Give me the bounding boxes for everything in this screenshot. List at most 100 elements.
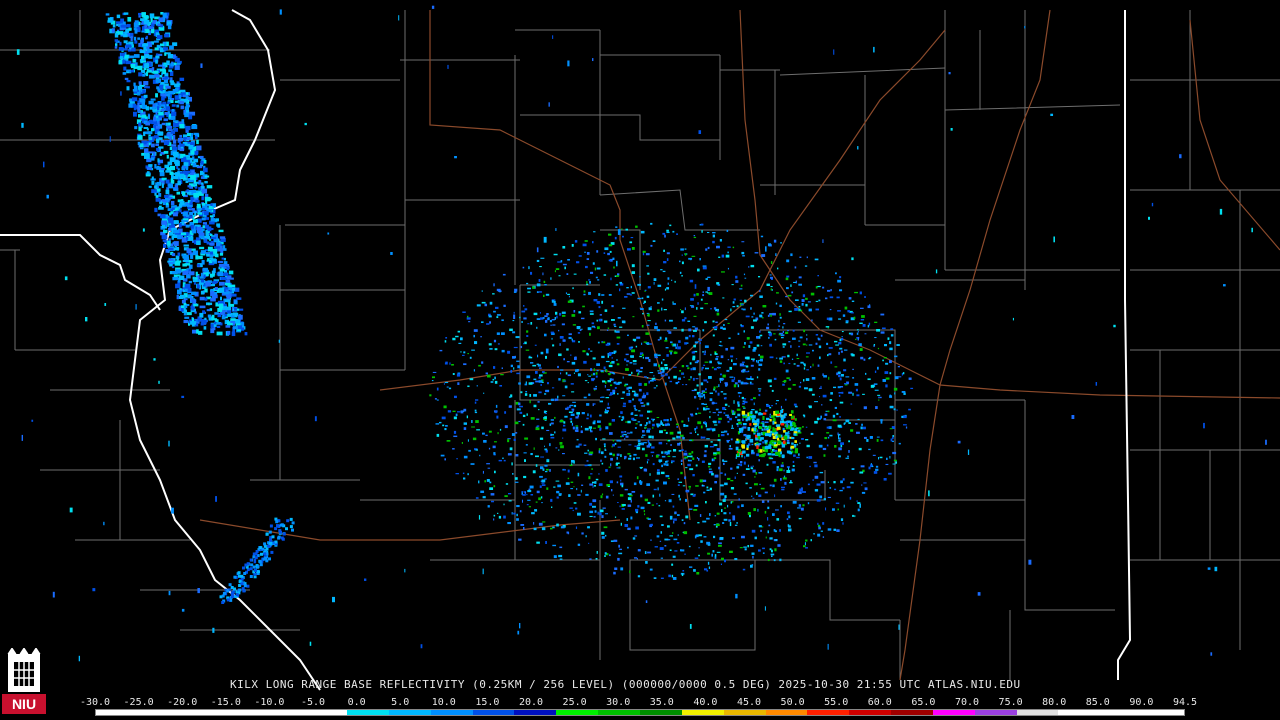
echo-pixel [570,404,574,407]
echo-pixel [587,526,590,529]
echo-pixel [889,341,892,345]
echo-pixel [162,69,167,75]
echo-pixel [768,434,772,437]
echo-pixel [177,234,181,240]
echo-pixel [640,402,644,404]
echo-pixel [267,544,270,548]
echo-pixel [190,254,194,259]
echo-pixel [771,549,773,553]
echo-pixel [217,314,222,318]
echo-pixel [838,455,841,458]
echo-pixel [717,284,721,286]
echo-pixel [780,464,784,468]
echo-pixel [596,250,599,253]
echo-pixel [478,480,480,484]
echo-pixel [523,452,527,454]
echo-pixel [158,64,163,67]
colorbar-swatch [305,710,348,715]
echo-pixel [439,421,442,424]
echo-pixel [621,508,625,510]
echo-pixel [689,432,693,434]
echo-pixel [627,248,631,251]
echo-pixel [161,183,164,188]
echo-pixel [222,245,226,249]
echo-pixel [576,261,580,264]
echo-pixel [568,336,572,340]
echo-pixel [709,416,711,419]
echo-pixel [532,470,536,474]
echo-pixel [130,36,133,42]
echo-pixel [269,538,272,542]
echo-pixel [552,526,555,529]
echo-pixel [235,593,239,597]
echo-pixel [674,511,677,515]
echo-pixel [172,146,178,151]
echo-pixel [548,402,552,405]
echo-pixel [209,206,213,209]
echo-pixel [773,444,778,447]
echo-pixel [790,445,795,449]
echo-pixel [173,220,179,225]
echo-pixel [614,236,617,240]
echo-pixel [767,425,769,428]
echo-pixel [807,502,810,505]
echo-pixel [156,125,161,129]
echo-pixel [675,423,679,426]
echo-pixel [693,509,698,511]
echo-pixel [808,388,813,392]
echo-pixel [794,450,799,454]
echo-pixel [659,493,661,497]
echo-pixel [879,396,882,399]
echo-pixel [882,327,886,330]
echo-pixel [637,283,642,286]
echo-pixel [657,354,661,357]
echo-pixel [727,246,731,248]
echo-pixel [168,238,171,241]
echo-pixel [726,433,729,436]
echo-pixel [677,514,680,516]
echo-pixel [138,12,142,16]
echo-pixel [842,478,845,481]
echo-pixel [794,308,798,311]
echo-pixel [850,332,854,336]
echo-pixel [634,445,639,447]
echo-pixel [216,325,221,328]
echo-pixel [627,420,631,424]
echo-pixel [645,356,649,360]
echo-pixel [478,364,481,367]
echo-pixel [217,308,223,312]
echo-pixel [620,479,622,482]
echo-pixel [772,312,776,316]
echo-pixel [818,345,822,349]
echo-pixel [605,369,608,373]
echo-pixel [192,279,198,283]
echo-pixel [614,330,616,333]
echo-pixel [705,407,707,410]
echo-pixel [557,261,562,263]
echo-pixel [656,471,661,475]
echo-pixel [780,242,782,244]
echo-pixel [841,331,844,333]
echo-pixel [192,162,197,168]
echo-pixel [647,313,650,317]
echo-pixel [575,445,580,448]
echo-pixel [172,207,175,210]
echo-pixel [173,134,176,140]
echo-pixel [571,460,575,463]
echo-pixel [105,13,110,16]
echo-pixel [541,502,543,504]
echo-pixel [480,336,482,338]
echo-pixel [214,246,220,249]
echo-pixel [612,443,615,447]
echo-pixel [524,308,528,311]
echo-pixel [673,351,678,354]
echo-pixel [626,432,631,434]
echo-pixel [665,423,668,427]
echo-pixel [161,122,166,126]
echo-pixel [703,379,708,382]
echo-pixel [213,280,219,284]
echo-pixel [794,440,797,443]
echo-pixel [580,425,583,428]
echo-pixel [64,276,68,281]
echo-pixel [696,426,698,430]
